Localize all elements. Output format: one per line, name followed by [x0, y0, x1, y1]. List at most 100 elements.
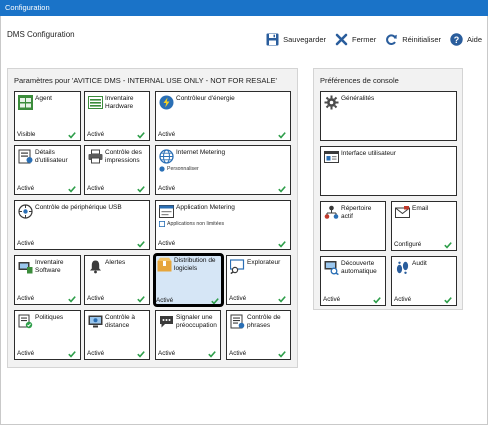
check-icon — [137, 295, 145, 303]
tile-label: Signaler une préoccupation — [176, 314, 217, 329]
tile-status: Activé — [394, 296, 412, 303]
alert-icon — [88, 259, 103, 274]
tile-label: Contrôleur d'énergie — [176, 95, 235, 102]
save-button[interactable]: Sauvegarder — [266, 33, 326, 46]
tile-hardware-inventory[interactable]: Inventaire Hardware Activé — [84, 91, 150, 141]
tile-sublabel-text: Personnaliser — [167, 166, 199, 172]
tile-status: Visible — [17, 131, 36, 138]
tile-label: Distribution de logiciels — [174, 257, 216, 272]
customize-icon — [159, 166, 165, 172]
tile-user-details[interactable]: Détails d'utilisateur Activé — [14, 145, 81, 195]
tile-label: Détails d'utilisateur — [35, 149, 68, 164]
tile-status: Activé — [229, 350, 247, 357]
check-icon — [373, 296, 381, 304]
tile-label: Répertoire actif — [341, 205, 372, 220]
close-icon — [335, 33, 348, 46]
settings-panel-title: Paramètres pour 'AVITICE DMS - INTERNAL … — [14, 76, 277, 85]
hardware-inventory-icon — [88, 95, 103, 110]
toolbar: Sauvegarder Fermer Réinitialiser ? Aide — [266, 26, 482, 52]
console-preferences-panel: Préférences de console Généralités Inter… — [313, 68, 463, 310]
help-button[interactable]: ? Aide — [450, 32, 482, 46]
check-icon — [137, 131, 145, 139]
tile-status: Activé — [156, 297, 174, 304]
user-interface-icon — [324, 150, 339, 165]
tile-label: Email — [412, 205, 429, 212]
reset-icon — [385, 33, 398, 46]
tile-auto-discovery[interactable]: Découverte automatique Activé — [320, 256, 386, 306]
check-icon — [137, 240, 145, 248]
tile-application-metering[interactable]: Application Metering Applications non li… — [155, 200, 291, 250]
tile-phrase-control[interactable]: Contrôle de phrases Activé — [226, 310, 291, 360]
check-icon — [137, 185, 145, 193]
tile-label: Application Metering — [176, 204, 235, 211]
email-icon — [395, 205, 410, 220]
check-icon — [211, 297, 219, 304]
close-label: Fermer — [352, 34, 377, 44]
tile-sublabel[interactable]: Applications non limitées — [159, 221, 224, 227]
tile-audit[interactable]: Audit Activé — [391, 256, 457, 306]
save-icon — [266, 33, 279, 46]
application-limit-icon — [159, 221, 165, 227]
reset-button[interactable]: Réinitialiser — [385, 33, 441, 46]
tile-status: Activé — [17, 240, 35, 247]
tile-sublabel[interactable]: Personnaliser — [159, 166, 199, 172]
tile-label: Généralités — [341, 95, 375, 102]
console-preferences-title: Préférences de console — [320, 76, 399, 85]
tile-internet-metering[interactable]: Internet Metering Personnaliser Activé — [155, 145, 291, 195]
tile-label: Contrôle de périphérique USB — [35, 204, 122, 211]
close-button[interactable]: Fermer — [335, 33, 376, 46]
tile-usb-control[interactable]: Contrôle de périphérique USB Activé — [14, 200, 150, 250]
settings-panel: Paramètres pour 'AVITICE DMS - INTERNAL … — [7, 68, 298, 368]
tile-label: Contrôle des impressions — [105, 149, 142, 164]
remote-control-icon — [88, 314, 103, 329]
tile-software-distribution[interactable]: Distribution de logiciels Activé — [153, 253, 224, 307]
tile-label: Audit — [412, 260, 427, 267]
active-directory-icon — [324, 205, 339, 220]
tile-general[interactable]: Généralités — [320, 91, 457, 141]
tile-label: Alertes — [105, 259, 126, 266]
printer-icon — [88, 149, 103, 164]
tile-status: Activé — [87, 295, 105, 302]
check-icon — [68, 131, 76, 139]
energy-icon — [159, 95, 174, 110]
general-settings-icon — [324, 95, 339, 110]
tile-label: Inventaire Software — [35, 259, 64, 274]
save-label: Sauvegarder — [283, 34, 327, 44]
help-icon: ? — [450, 32, 463, 46]
help-label: Aide — [466, 34, 482, 44]
tile-print-control[interactable]: Contrôle des impressions Activé — [84, 145, 150, 195]
tile-software-inventory[interactable]: Inventaire Software Activé — [14, 255, 81, 305]
auto-discovery-icon — [324, 260, 339, 276]
tile-alerts[interactable]: Alertes Activé — [84, 255, 150, 305]
tile-label: Inventaire Hardware — [105, 95, 134, 110]
tile-energy-controller[interactable]: Contrôleur d'énergie Activé — [155, 91, 291, 141]
tile-report-concern[interactable]: Signaler une préoccupation Activé — [155, 310, 221, 360]
tile-explorer[interactable]: Explorateur Activé — [226, 255, 291, 305]
reset-label: Réinitialiser — [402, 34, 441, 44]
page-title: DMS Configuration — [7, 30, 75, 39]
software-inventory-icon — [18, 259, 33, 274]
tile-email[interactable]: Email Configuré — [391, 201, 457, 251]
tile-active-directory[interactable]: Répertoire actif — [320, 201, 386, 251]
tile-status: Activé — [87, 131, 105, 138]
tile-status: Activé — [158, 131, 176, 138]
tile-label: Découverte automatique — [341, 260, 377, 275]
check-icon — [278, 295, 286, 303]
tile-status: Activé — [17, 350, 35, 357]
check-icon — [68, 185, 76, 193]
check-icon — [278, 185, 286, 193]
globe-icon — [159, 149, 174, 164]
explorer-icon — [229, 259, 245, 275]
tile-status: Activé — [158, 185, 176, 192]
tile-policies[interactable]: Politiques Activé — [14, 310, 81, 360]
tile-label: Politiques — [35, 314, 64, 321]
tile-user-interface[interactable]: Interface utilisateur — [320, 146, 457, 196]
tile-agent[interactable]: Agent Visible — [14, 91, 81, 141]
tile-remote-control[interactable]: Contrôle à distance Activé — [84, 310, 150, 360]
window-title: Configuration — [5, 3, 50, 12]
tile-sublabel-text: Applications non limitées — [167, 221, 225, 227]
tile-status: Activé — [158, 240, 176, 247]
tile-status: Configuré — [394, 241, 422, 248]
check-icon — [208, 350, 216, 358]
check-icon — [68, 295, 76, 303]
